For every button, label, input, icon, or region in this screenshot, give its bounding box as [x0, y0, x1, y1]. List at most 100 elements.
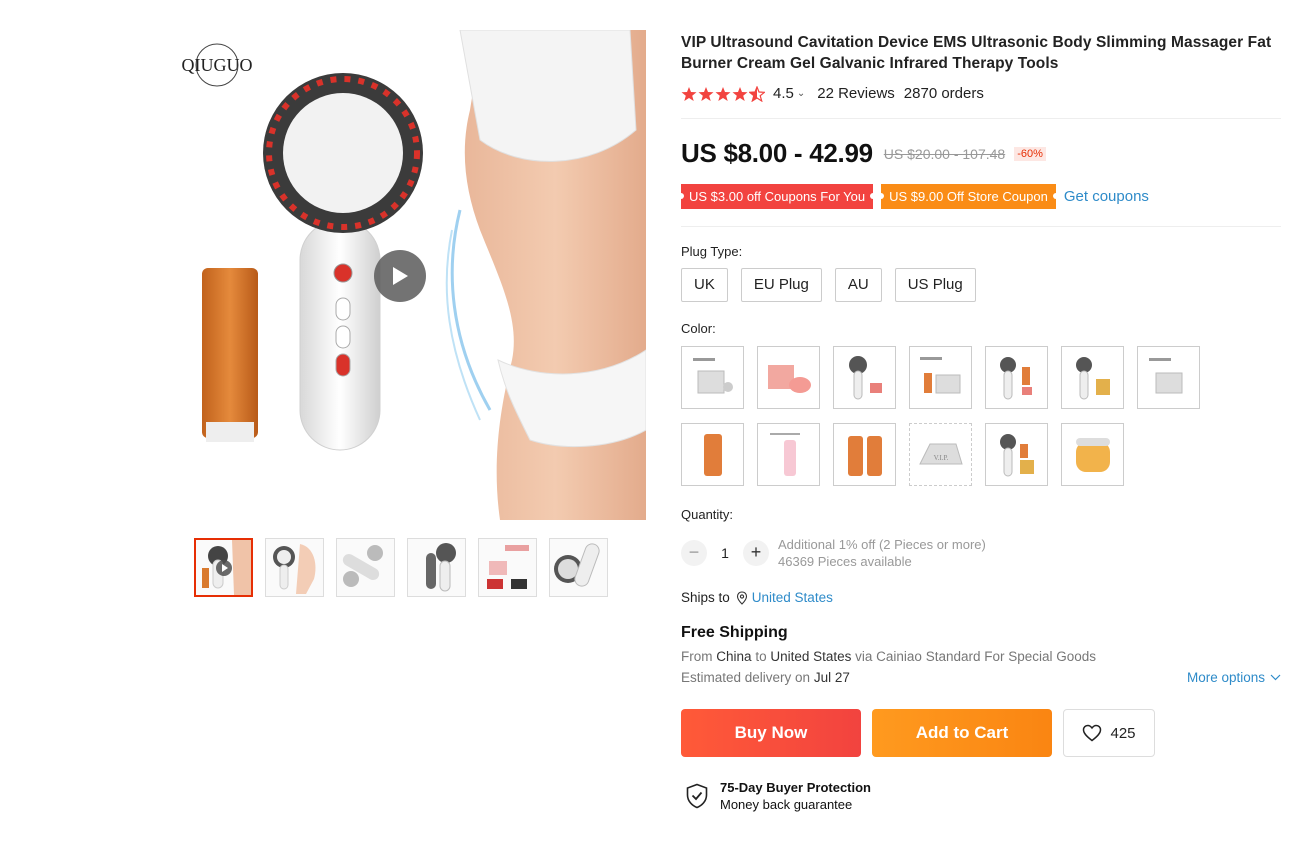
divider: [681, 118, 1281, 119]
star-rating: [681, 85, 765, 102]
swatch-image: [692, 357, 733, 393]
color-swatch-6[interactable]: [1061, 346, 1124, 409]
color-swatch-1[interactable]: [681, 346, 744, 409]
current-price: US $8.00 - 42.99: [681, 138, 873, 168]
eta-label: Estimated delivery on: [681, 670, 811, 685]
swatch-image: [999, 433, 1034, 476]
shipping-route: From China to United States via Cainiao …: [681, 649, 1096, 664]
buy-now-button[interactable]: Buy Now: [681, 709, 861, 757]
thumbnail-image: [202, 540, 251, 595]
swatch-image: [999, 356, 1032, 399]
swatch-image: [769, 432, 800, 476]
more-options-label: More options: [1186, 670, 1265, 685]
bulk-discount-note: Additional 1% off (2 Pieces or more): [778, 537, 986, 552]
star-icon: [732, 86, 748, 101]
rating-row: 4.5 ⌄ 22 Reviews 2870 orders: [681, 85, 984, 102]
color-swatch-11[interactable]: V.I.P.: [909, 423, 972, 486]
play-icon: [393, 267, 408, 285]
ships-to-row: Ships to United States: [681, 590, 833, 605]
thumbnail-image: [426, 543, 456, 592]
store-coupon[interactable]: US $9.00 Off Store Coupon: [878, 184, 1059, 209]
thumbnail-5[interactable]: [478, 538, 537, 597]
buyer-protection: 75-Day Buyer Protection Money back guara…: [685, 779, 871, 813]
original-price: US $20.00 - 107.48: [883, 145, 1006, 162]
color-swatch-7[interactable]: [1137, 346, 1200, 409]
swatch-image: [848, 355, 882, 399]
wishlist-count: 425: [1110, 724, 1136, 742]
wishlist-button[interactable]: 425: [1063, 709, 1155, 757]
location-pin-icon: [736, 590, 747, 605]
color-label: Color:: [681, 321, 716, 336]
plug-option-eu[interactable]: EU Plug: [740, 268, 822, 302]
from-label: From: [681, 649, 713, 664]
thumbnail-image: [554, 543, 600, 587]
shield-check-icon: [686, 783, 708, 809]
product-title: VIP Ultrasound Cavitation Device EMS Ult…: [681, 34, 1272, 72]
swatch-image: [1148, 357, 1182, 393]
color-swatch-8[interactable]: [681, 423, 744, 486]
plug-type-label: Plug Type:: [681, 244, 743, 259]
quantity-stepper: − 1 + Additional 1% off (2 Pieces or mor…: [681, 536, 986, 570]
free-shipping-title: Free Shipping: [681, 624, 788, 641]
shipping-method: via Cainiao Standard For Special Goods: [855, 649, 1097, 664]
pieces-available: 46369 Pieces available: [778, 554, 912, 569]
thumbnail-6[interactable]: [549, 538, 608, 597]
plug-option-us[interactable]: US Plug: [894, 268, 976, 302]
reviews-link[interactable]: 22 Reviews: [817, 85, 895, 102]
color-swatch-3[interactable]: [833, 346, 896, 409]
color-options: V.I.P.: [681, 346, 1221, 486]
main-product-image[interactable]: QIUGUO: [160, 30, 646, 520]
discount-badge: -60%: [1014, 146, 1046, 161]
more-options-link[interactable]: More options: [1187, 670, 1281, 685]
color-swatch-5[interactable]: [985, 346, 1048, 409]
play-video-button[interactable]: [374, 250, 426, 302]
swatch-image: [1075, 356, 1110, 399]
swatch-image: [847, 435, 882, 476]
color-swatch-4[interactable]: [909, 346, 972, 409]
color-swatch-10[interactable]: [833, 423, 896, 486]
swatch-image: [767, 364, 811, 393]
thumbnail-4[interactable]: [407, 538, 466, 597]
coupon-for-you[interactable]: US $3.00 off Coupons For You: [677, 184, 877, 209]
thumbnail-3[interactable]: [336, 538, 395, 597]
swatch-image: V.I.P.: [918, 443, 963, 464]
swatch-image: [1075, 437, 1110, 472]
color-swatch-12[interactable]: [985, 423, 1048, 486]
color-swatch-9[interactable]: [757, 423, 820, 486]
protection-title: 75-Day Buyer Protection: [720, 780, 871, 795]
quantity-decrease-button[interactable]: −: [681, 540, 707, 566]
get-coupons-link[interactable]: Get coupons: [1064, 188, 1149, 205]
star-icon: [698, 86, 714, 101]
estimated-delivery: Estimated delivery on Jul 27: [681, 670, 850, 685]
ships-to-country[interactable]: United States: [752, 590, 833, 605]
quantity-increase-button[interactable]: +: [743, 540, 769, 566]
quantity-info: Additional 1% off (2 Pieces or more) 463…: [778, 536, 986, 570]
thumbnail-image: [487, 545, 529, 589]
thumbnail-image: [273, 544, 316, 594]
thumbnail-image: [342, 545, 383, 587]
protection-subtitle: Money back guarantee: [720, 797, 853, 812]
ship-from: China: [716, 649, 752, 664]
color-swatch-13[interactable]: [1061, 423, 1124, 486]
ships-to-label: Ships to: [681, 590, 730, 605]
add-to-cart-button[interactable]: Add to Cart: [872, 709, 1052, 757]
chevron-down-icon: [1270, 674, 1281, 681]
thumbnail-1[interactable]: [194, 538, 253, 597]
coupon-row: US $3.00 off Coupons For You US $9.00 Of…: [677, 184, 1149, 209]
chevron-down-icon[interactable]: ⌄: [797, 88, 805, 99]
brand-logo: QIUGUO: [182, 43, 253, 87]
star-icon: [715, 86, 731, 101]
orders-count: 2870 orders: [903, 85, 984, 102]
color-swatch-2[interactable]: [757, 346, 820, 409]
quantity-input[interactable]: 1: [707, 545, 743, 561]
divider: [681, 226, 1281, 227]
svg-text:V.I.P.: V.I.P.: [933, 454, 948, 462]
thumbnail-strip: [194, 538, 608, 597]
brand-logo-text: QIUGUO: [182, 55, 253, 75]
swatch-image: [703, 433, 722, 476]
quantity-label: Quantity:: [681, 507, 734, 522]
plug-option-au[interactable]: AU: [834, 268, 882, 302]
plug-option-uk[interactable]: UK: [681, 268, 728, 302]
thumbnail-2[interactable]: [265, 538, 324, 597]
star-icon: [681, 86, 697, 101]
